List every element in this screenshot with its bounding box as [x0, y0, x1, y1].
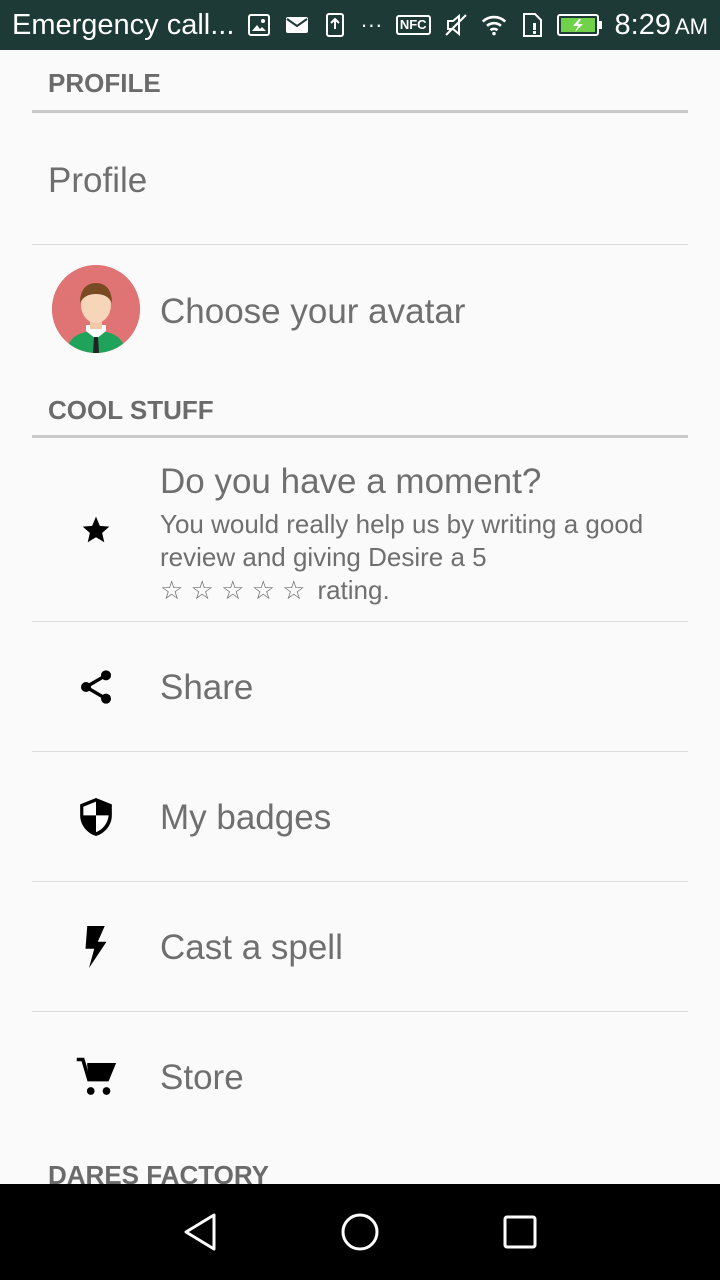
time: 8:29: [614, 8, 671, 41]
outline-stars: ☆ ☆ ☆ ☆ ☆: [160, 575, 306, 605]
rating-suffix: rating.: [317, 575, 390, 605]
status-bar: Emergency call... ··· NFC 8:29 AM: [0, 0, 720, 50]
time-ampm: AM: [675, 13, 708, 39]
rating-stars: ☆ ☆ ☆ ☆ ☆ rating.: [160, 574, 660, 607]
home-button[interactable]: [336, 1208, 384, 1256]
share-label: Share: [160, 668, 254, 707]
review-body: You would really help us by writing a go…: [160, 508, 660, 607]
review-row[interactable]: Do you have a moment? You would really h…: [32, 438, 688, 621]
star-icon: [72, 506, 120, 554]
navigation-bar: [0, 1184, 720, 1280]
nfc-icon: NFC: [395, 15, 431, 35]
share-icon: [72, 663, 120, 711]
my-badges-row[interactable]: My badges: [32, 752, 688, 881]
store-label: Store: [160, 1058, 244, 1097]
wifi-icon: [481, 12, 507, 38]
gallery-icon: [246, 12, 272, 38]
recents-button[interactable]: [496, 1208, 544, 1256]
review-title: Do you have a moment?: [160, 462, 542, 501]
choose-avatar-row[interactable]: Choose your avatar: [32, 245, 688, 375]
cast-spell-row[interactable]: Cast a spell: [32, 882, 688, 1011]
section-header-cool-stuff: COOL STUFF: [48, 395, 214, 425]
back-button[interactable]: [176, 1208, 224, 1256]
my-badges-label: My badges: [160, 798, 332, 837]
choose-avatar-label: Choose your avatar: [160, 292, 466, 331]
section-header-dares-factory: DARES FACTORY: [48, 1160, 270, 1184]
cart-icon: [72, 1053, 120, 1101]
more-notifications: ···: [360, 12, 383, 37]
lightning-icon: [72, 923, 120, 971]
cast-spell-label: Cast a spell: [160, 928, 343, 967]
settings-list[interactable]: PROFILE Profile Choose your avatar COOL …: [0, 50, 720, 1184]
mute-icon: [443, 12, 469, 38]
notification-title: Emergency call...: [12, 8, 235, 41]
upload-icon: [322, 12, 348, 38]
section-header-profile: PROFILE: [48, 68, 161, 98]
profile-row[interactable]: Profile: [32, 113, 688, 243]
mail-icon: [284, 12, 310, 38]
review-text: You would really help us by writing a go…: [160, 509, 644, 572]
battery-icon: [556, 12, 603, 38]
store-row[interactable]: Store: [32, 1012, 688, 1141]
profile-label: Profile: [48, 161, 148, 200]
avatar: [52, 265, 140, 353]
share-row[interactable]: Share: [32, 622, 688, 751]
clock: 8:29 AM: [615, 9, 708, 42]
sim-icon: [519, 12, 545, 38]
shield-icon: [72, 793, 120, 841]
